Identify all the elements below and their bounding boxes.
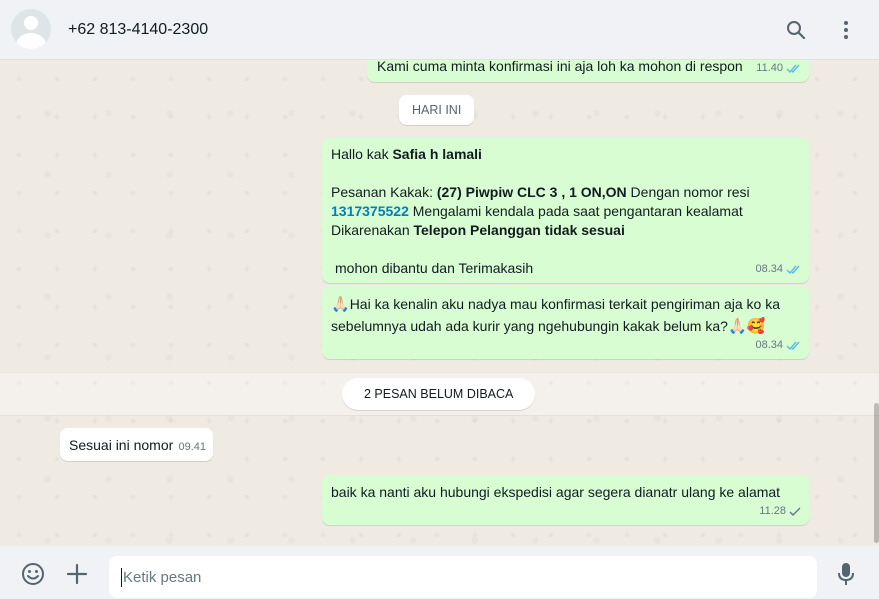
pray-emoji: 🙏🏻 xyxy=(331,295,350,313)
single-check-sent-icon xyxy=(789,507,801,516)
double-check-read-icon xyxy=(786,64,800,74)
double-check-read-icon xyxy=(786,341,800,351)
message-line: 🙏🏻Hai ka kenalin aku nadya mau konfirmas… xyxy=(331,293,801,315)
message-line: Hallo kak Safia h lamali xyxy=(331,145,801,164)
text-segment: Hallo kak xyxy=(331,146,393,162)
microphone-icon[interactable] xyxy=(833,561,859,587)
message-meta: 11.28 xyxy=(759,502,802,521)
menu-dots-icon[interactable] xyxy=(834,18,858,42)
contact-avatar[interactable] xyxy=(11,9,51,49)
customer-name: Safia h lamali xyxy=(392,146,482,162)
message-body: Hallo kak Safia h lamali Pesanan Kakak: … xyxy=(331,145,801,278)
message-text: Kami cuma minta konfirmasi ini aja loh k… xyxy=(377,60,743,74)
tracking-number-link[interactable]: 1317375522 xyxy=(331,203,409,219)
message-line: Dikarenakan Telepon Pelanggan tidak sesu… xyxy=(331,221,801,240)
text-caret xyxy=(121,568,122,587)
message-input[interactable] xyxy=(109,556,817,598)
text-segment: Pesanan Kakak: xyxy=(331,184,437,200)
message-line: mohon dibantu dan Terimakasih xyxy=(335,260,534,276)
chat-scrollbar[interactable] xyxy=(874,403,879,543)
pray-love-emoji: 🙏🏻🥰 xyxy=(727,317,766,335)
chat-header: +62 813-4140-2300 xyxy=(0,0,879,60)
text-segment: Dikarenakan xyxy=(331,222,414,238)
message-time: 11.28 xyxy=(759,505,786,517)
message-time: 09.41 xyxy=(178,441,206,453)
message-line: Pesanan Kakak: (27) Piwpiw CLC 3 , 1 ON,… xyxy=(331,183,801,202)
reason-text: Telepon Pelanggan tidak sesuai xyxy=(413,222,625,238)
attach-plus-icon[interactable] xyxy=(64,561,90,587)
order-item: (27) Piwpiw CLC 3 , 1 ON,ON xyxy=(436,184,627,200)
date-divider: HARI INI xyxy=(399,95,475,125)
message-line: 1317375522 Mengalami kendala pada saat p… xyxy=(331,202,801,221)
double-check-read-icon xyxy=(786,265,800,275)
chat-panel[interactable]: Kami cuma minta konfirmasi ini aja loh k… xyxy=(0,60,879,546)
message-text: baik ka nanti aku hubungi ekspedisi agar… xyxy=(331,484,781,500)
avatar-head-shape xyxy=(24,16,38,30)
message-text: Sesuai ini nomor xyxy=(69,437,174,453)
message-meta: 09.41 xyxy=(178,438,206,457)
message-bubble-outgoing[interactable]: baik ka nanti aku hubungi ekspedisi agar… xyxy=(322,475,809,525)
search-icon[interactable] xyxy=(784,18,808,42)
message-time: 11.40 xyxy=(756,62,783,74)
message-body: 🙏🏻Hai ka kenalin aku nadya mau konfirmas… xyxy=(331,293,801,337)
text-segment: Hai ka kenalin aku nadya mau konfirmasi … xyxy=(349,296,781,312)
contact-name[interactable]: +62 813-4140-2300 xyxy=(68,21,208,39)
message-time: 08.34 xyxy=(755,263,783,275)
message-bubble-outgoing[interactable]: 🙏🏻Hai ka kenalin aku nadya mau konfirmas… xyxy=(322,286,809,359)
emoji-icon[interactable] xyxy=(20,561,46,587)
message-bubble-outgoing[interactable]: Kami cuma minta konfirmasi ini aja loh k… xyxy=(367,60,809,82)
message-bubble-incoming[interactable]: Sesuai ini nomor 09.41 xyxy=(60,428,213,461)
message-time: 08.34 xyxy=(755,339,783,351)
message-meta: 08.34 xyxy=(755,336,802,355)
text-segment: Dengan nomor resi xyxy=(626,184,750,200)
message-bubble-outgoing[interactable]: Hallo kak Safia h lamali Pesanan Kakak: … xyxy=(322,138,809,283)
message-line: sebelumnya udah ada kurir yang ngehubung… xyxy=(331,315,801,337)
text-segment: Mengalami kendala pada saat pengantaran … xyxy=(408,203,743,219)
unread-divider: 2 PESAN BELUM DIBACA xyxy=(342,378,536,410)
message-meta: 08.34 xyxy=(755,260,802,279)
text-segment: sebelumnya udah ada kurir yang ngehubung… xyxy=(331,318,728,334)
composer-bar xyxy=(0,546,879,599)
message-meta: 11.40 xyxy=(756,60,802,78)
avatar-body-shape xyxy=(16,33,46,49)
